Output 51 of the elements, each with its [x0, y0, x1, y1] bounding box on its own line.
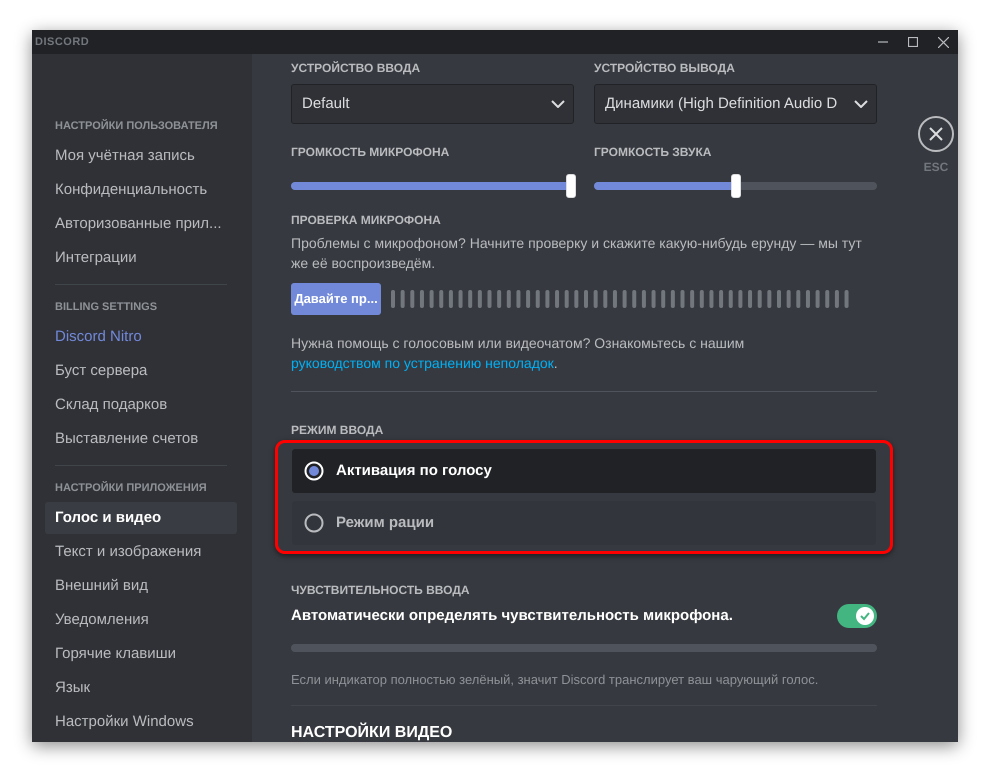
- sidebar-item[interactable]: Голос и видео: [45, 502, 237, 534]
- section-header: НАСТРОЙКИ ПРИЛОЖЕНИЯ: [55, 480, 208, 496]
- slider-handle[interactable]: [566, 174, 576, 198]
- sidebar-item[interactable]: Буст сервера: [45, 355, 237, 387]
- radio-option[interactable]: Активация по голосу: [292, 449, 876, 493]
- slider-handle[interactable]: [730, 174, 740, 198]
- field-label: УСТРОЙСТВО ВЫВОДА: [594, 60, 736, 76]
- maximize-icon: [908, 37, 918, 47]
- device-dropdown[interactable]: Default: [291, 84, 574, 124]
- close-icon: [929, 127, 943, 141]
- field-label: ПРОВЕРКА МИКРОФОНА: [291, 212, 442, 228]
- sidebar-item[interactable]: Моя учётная запись: [45, 140, 237, 172]
- sidebar-item[interactable]: Конфиденциальность: [45, 174, 237, 206]
- radio-option[interactable]: Режим рации: [292, 501, 876, 545]
- mic-test-description: Проблемы с микрофоном? Начните проверку и скажите какую-нибудь ерунду — мы тут же её воспроизведём.: [291, 234, 863, 273]
- close-hint: ESC: [924, 159, 948, 176]
- device-dropdown[interactable]: Динамики (High Definition Audio D: [594, 84, 877, 124]
- sidebar-item[interactable]: Настройки Windows: [45, 706, 237, 738]
- troubleshooting-link[interactable]: руководством по устранению неполадок: [291, 355, 554, 371]
- field-label: ГРОМКОСТЬ ЗВУКА: [594, 144, 712, 160]
- help-text: Нужна помощь с голосовым или видеочатом? Ознакомьтесь с нашим руководством по устранению неполадок.: [291, 334, 746, 373]
- close-button[interactable]: [918, 116, 954, 152]
- sidebar-item[interactable]: Интеграции: [45, 242, 237, 274]
- check-icon: [859, 610, 871, 622]
- sidebar-item[interactable]: Горячие клавиши: [45, 638, 237, 670]
- close-icon: [938, 36, 948, 48]
- sidebar-item[interactable]: Внешний вид: [45, 570, 237, 602]
- sidebar-item[interactable]: Язык: [45, 672, 237, 704]
- field-label: ГРОМКОСТЬ МИКРОФОНА: [291, 144, 450, 160]
- chevron-down-icon: [551, 100, 565, 108]
- volume-slider[interactable]: [291, 174, 574, 198]
- sidebar-item[interactable]: Discord Nitro: [45, 321, 237, 353]
- section-header: BILLING SETTINGS: [55, 300, 158, 315]
- sidebar-item[interactable]: Авторизованные прил...: [45, 208, 237, 240]
- sidebar-item[interactable]: Уведомления: [45, 604, 237, 636]
- field-label: УСТРОЙСТВО ВВОДА: [291, 60, 422, 76]
- field-label: РЕЖИМ ВВОДА: [291, 422, 384, 438]
- sidebar-item[interactable]: Текст и изображения: [45, 536, 237, 568]
- sensitivity-hint: Если индикатор полностью зелёный, значит Discord транслирует ваш чарующий голос.: [291, 670, 820, 689]
- radio-icon: [304, 513, 324, 533]
- toggle-switch[interactable]: [837, 604, 877, 628]
- app-logo: DISCORD: [34, 34, 90, 50]
- sidebar-item[interactable]: Выставление счетов: [45, 423, 237, 455]
- sidebar-item[interactable]: Склад подарков: [45, 389, 237, 421]
- auto-sensitivity-label: Автоматически определять чувствительность микрофона.: [291, 606, 733, 626]
- section-header: НАСТРОЙКИ ПОЛЬЗОВАТЕЛЯ: [55, 118, 219, 134]
- radio-checked-icon: [304, 461, 324, 481]
- field-label: ЧУВСТВИТЕЛЬНОСТЬ ВВОДА: [291, 582, 471, 598]
- video-settings-heading: НАСТРОЙКИ ВИДЕО: [291, 724, 454, 742]
- chevron-down-icon: [854, 100, 868, 108]
- volume-slider[interactable]: [594, 174, 877, 198]
